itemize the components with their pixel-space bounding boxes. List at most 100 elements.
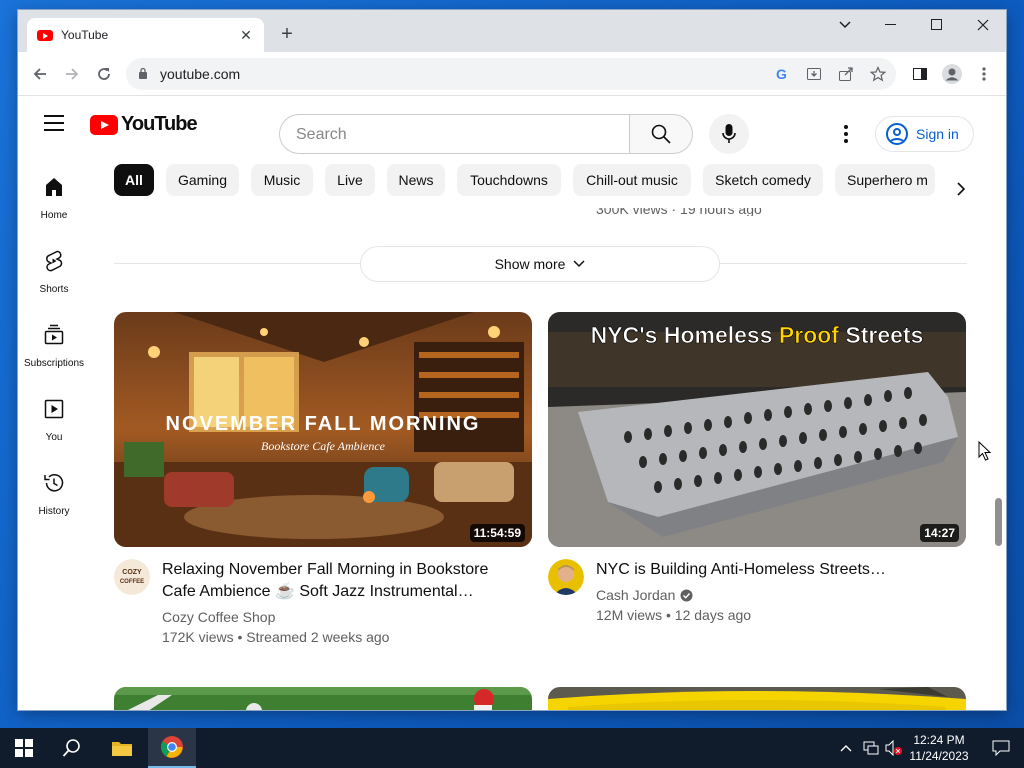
video-title-2-line1: NYC is Building Anti-Homeless Streets… bbox=[596, 561, 886, 578]
action-center-icon[interactable] bbox=[978, 728, 1024, 768]
profile-avatar-icon[interactable] bbox=[940, 62, 964, 86]
chips-next-chevron-icon[interactable] bbox=[948, 176, 974, 202]
voice-search-button[interactable] bbox=[709, 114, 749, 154]
channel-avatar-2[interactable] bbox=[548, 559, 584, 595]
video-meta-1: 172K views • Streamed 2 weeks ago bbox=[162, 629, 390, 645]
bookmark-star-icon[interactable] bbox=[868, 64, 888, 84]
page-scrollbar[interactable] bbox=[992, 97, 1006, 710]
address-bar[interactable]: youtube.com G bbox=[126, 58, 896, 90]
guide-label-subscriptions: Subscriptions bbox=[23, 358, 85, 369]
lock-icon[interactable] bbox=[138, 67, 148, 79]
svg-text:COFFEE: COFFEE bbox=[120, 579, 144, 585]
sign-in-button[interactable]: Sign in bbox=[875, 116, 974, 152]
channel-name-1-text: Cozy Coffee Shop bbox=[162, 609, 276, 625]
chrome-icon bbox=[161, 736, 183, 758]
channel-avatar-1[interactable]: COZY COFFEE bbox=[114, 559, 150, 595]
taskbar-clock[interactable]: 12:24 PM 11/24/2023 bbox=[900, 732, 978, 764]
guide-item-history[interactable]: History bbox=[18, 463, 90, 533]
guide-item-subscriptions[interactable]: Subscriptions bbox=[18, 315, 90, 385]
tab-youtube[interactable]: YouTube ✕ bbox=[27, 18, 264, 52]
guide-item-home[interactable]: Home bbox=[18, 167, 90, 237]
microphone-icon bbox=[722, 124, 736, 143]
svg-text:G: G bbox=[776, 66, 787, 82]
chip-superhero[interactable]: Superhero m bbox=[835, 164, 935, 196]
mouse-cursor-icon bbox=[978, 441, 992, 461]
chrome-taskbar-button[interactable] bbox=[148, 728, 196, 768]
file-explorer-button[interactable] bbox=[98, 728, 146, 768]
scrollbar-thumb[interactable] bbox=[995, 498, 1002, 546]
browser-menu-icon[interactable] bbox=[972, 62, 996, 86]
chip-news[interactable]: News bbox=[387, 164, 445, 196]
guide-menu-icon[interactable] bbox=[44, 115, 64, 131]
side-panel-icon[interactable] bbox=[908, 62, 932, 86]
masthead: YouTube Search Sign in bbox=[18, 97, 1006, 154]
tab-close-icon[interactable]: ✕ bbox=[238, 27, 254, 44]
chip-chill-out-music[interactable]: Chill-out music bbox=[573, 164, 691, 196]
new-tab-button[interactable]: + bbox=[276, 23, 298, 45]
video-card-2[interactable]: NYC's Homeless Proof Streets 14:27 NYC i… bbox=[548, 312, 966, 647]
settings-menu-icon[interactable] bbox=[836, 120, 856, 148]
video-title-2[interactable]: NYC is Building Anti-Homeless Streets… bbox=[596, 559, 956, 581]
you-icon bbox=[44, 399, 64, 419]
video-card-1[interactable]: NOVEMBER FALL MORNING Bookstore Cafe Amb… bbox=[114, 312, 532, 647]
cafe-thumbnail-image: NOVEMBER FALL MORNING Bookstore Cafe Amb… bbox=[114, 312, 532, 547]
guide-item-shorts[interactable]: Shorts bbox=[18, 241, 90, 311]
video-thumbnail-1[interactable]: NOVEMBER FALL MORNING Bookstore Cafe Amb… bbox=[114, 312, 532, 547]
windows-taskbar: 12:24 PM 11/24/2023 bbox=[0, 728, 1024, 768]
search-taskbar-button[interactable] bbox=[48, 728, 96, 768]
start-button[interactable] bbox=[0, 728, 48, 768]
search-button[interactable] bbox=[629, 114, 693, 154]
youtube-wordmark: YouTube bbox=[121, 113, 198, 135]
channel-name-1[interactable]: Cozy Coffee Shop bbox=[162, 609, 275, 625]
tab-strip: YouTube ✕ + bbox=[18, 10, 1006, 52]
network-icon[interactable] bbox=[860, 728, 882, 768]
video-duration-1: 11:54:59 bbox=[469, 524, 525, 542]
guide-label-home: Home bbox=[40, 210, 68, 221]
tab-search-chevron-icon[interactable] bbox=[822, 10, 868, 40]
reload-button[interactable] bbox=[92, 62, 116, 86]
video-title-1[interactable]: Relaxing November Fall Morning in Bookst… bbox=[162, 559, 522, 603]
browser-toolbar: youtube.com G bbox=[18, 52, 1006, 96]
subscriptions-icon bbox=[44, 324, 64, 345]
football-thumbnail-image bbox=[114, 687, 532, 710]
url-text[interactable]: youtube.com bbox=[160, 66, 240, 82]
tab-title: YouTube bbox=[61, 28, 109, 42]
chip-music[interactable]: Music bbox=[251, 164, 313, 196]
install-app-icon[interactable] bbox=[804, 64, 824, 84]
maximize-button[interactable] bbox=[914, 10, 960, 40]
google-lens-icon[interactable]: G bbox=[772, 64, 792, 84]
chip-live[interactable]: Live bbox=[325, 164, 375, 196]
folder-icon bbox=[112, 742, 132, 756]
clock-time: 12:24 PM bbox=[913, 733, 965, 747]
youtube-play-icon bbox=[90, 114, 118, 135]
minimize-button[interactable] bbox=[868, 10, 914, 40]
chip-gaming[interactable]: Gaming bbox=[166, 164, 239, 196]
share-icon[interactable] bbox=[836, 64, 856, 84]
video-thumbnail-2[interactable]: NYC's Homeless Proof Streets 14:27 bbox=[548, 312, 966, 547]
thumb-title-2: NYC's Homeless Proof Streets bbox=[591, 322, 924, 348]
close-window-button[interactable] bbox=[960, 10, 1006, 40]
video-thumbnail-3[interactable] bbox=[114, 687, 532, 710]
clock-date: 11/24/2023 bbox=[909, 749, 969, 763]
home-icon bbox=[46, 178, 62, 196]
chip-touchdowns[interactable]: Touchdowns bbox=[457, 164, 561, 196]
account-circle-icon bbox=[886, 123, 908, 145]
show-more-button[interactable]: Show more bbox=[360, 246, 720, 282]
sign-in-label: Sign in bbox=[916, 126, 959, 142]
shorts-icon bbox=[46, 250, 63, 272]
youtube-logo[interactable]: YouTube bbox=[90, 113, 198, 136]
search-input[interactable]: Search bbox=[279, 114, 630, 154]
history-icon bbox=[44, 474, 64, 492]
video-title-1-line2: Cafe Ambience ☕ Soft Jazz Instrumental… bbox=[162, 583, 474, 600]
verified-badge-icon bbox=[680, 589, 693, 601]
chip-all[interactable]: All bbox=[114, 164, 154, 196]
taxi-thumbnail-image bbox=[548, 687, 966, 710]
search-icon bbox=[651, 124, 671, 144]
channel-name-2[interactable]: Cash Jordan bbox=[596, 587, 693, 603]
chip-sketch-comedy[interactable]: Sketch comedy bbox=[703, 164, 823, 196]
guide-item-you[interactable]: You bbox=[18, 389, 90, 459]
show-hidden-icons-chevron[interactable] bbox=[836, 728, 856, 768]
video-thumbnail-4[interactable] bbox=[548, 687, 966, 710]
back-button[interactable] bbox=[28, 62, 52, 86]
forward-button[interactable] bbox=[60, 62, 84, 86]
